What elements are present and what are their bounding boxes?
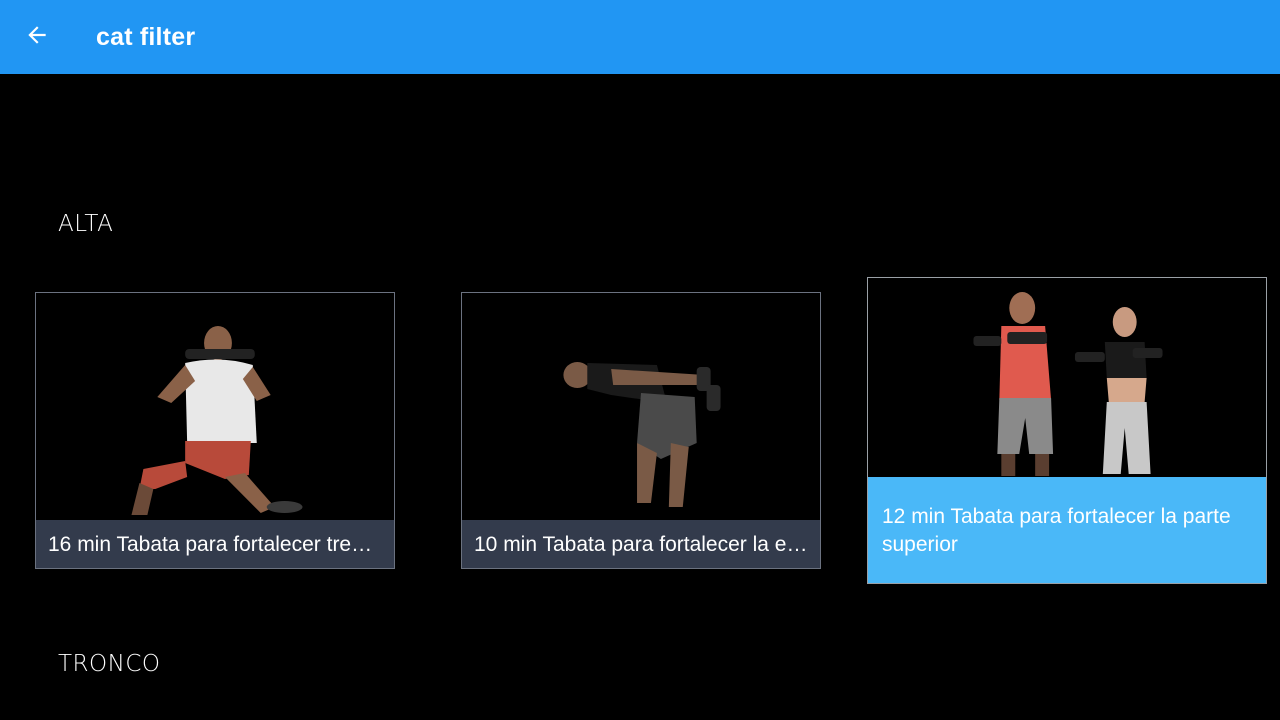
back-button[interactable]: [13, 13, 61, 61]
workout-card-focused[interactable]: 12 min Tabata para fortalecer la parte s…: [867, 277, 1267, 584]
workout-thumbnail: [36, 293, 394, 521]
section-title-alta: ALTA: [58, 211, 114, 237]
arrow-left-icon: [24, 22, 50, 53]
workout-thumbnail: [462, 293, 820, 521]
page-title: cat filter: [96, 23, 196, 51]
workout-card[interactable]: 16 min Tabata para fortalecer tren infer…: [35, 292, 395, 569]
workout-card[interactable]: 10 min Tabata para fortalecer la espalda: [461, 292, 821, 569]
workout-title: 16 min Tabata para fortalecer tren infer…: [36, 520, 394, 568]
app-bar: cat filter: [0, 0, 1280, 74]
workout-thumbnail: [868, 278, 1266, 477]
workout-title: 12 min Tabata para fortalecer la parte s…: [868, 477, 1266, 583]
workout-title: 10 min Tabata para fortalecer la espalda: [462, 520, 820, 568]
section-title-tronco: TRONCO: [58, 651, 161, 677]
